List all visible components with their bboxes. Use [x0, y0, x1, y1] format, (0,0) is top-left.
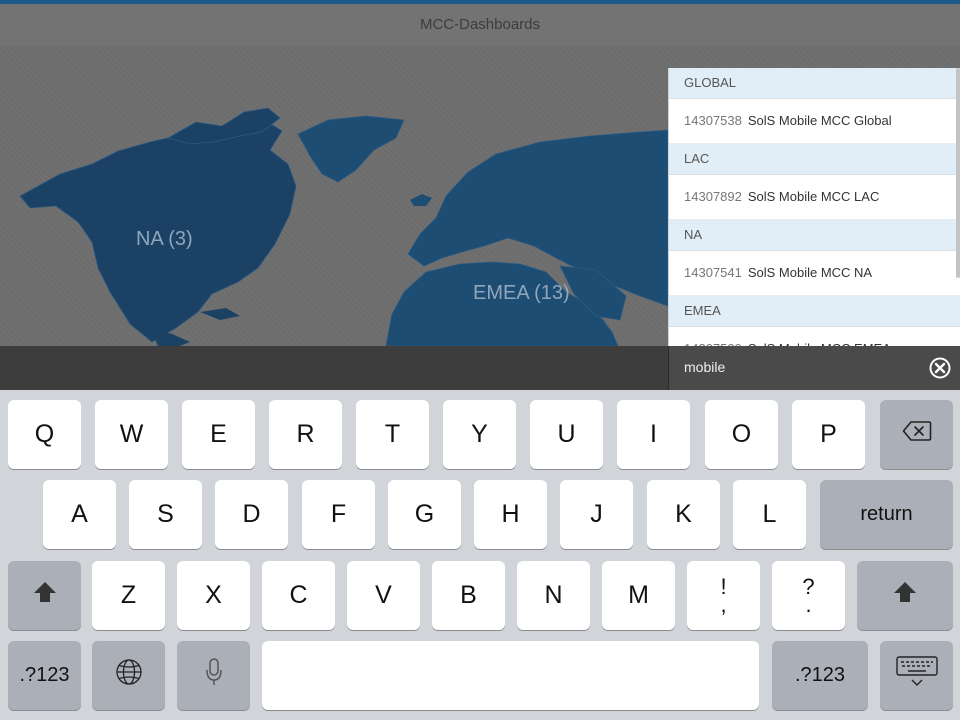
result-item-name: SolS Mobile MCC Global: [747, 113, 892, 128]
key-y[interactable]: Y: [443, 400, 516, 469]
key-h[interactable]: H: [474, 480, 547, 549]
key-punct2-bottom: .: [805, 591, 812, 617]
result-item[interactable]: 14307539SolS Mobile MCC EMEA: [669, 327, 960, 346]
globe-icon: [114, 657, 144, 694]
result-item-number: 14307541: [684, 265, 742, 280]
key-e[interactable]: E: [182, 400, 255, 469]
dictation-key[interactable]: [177, 641, 250, 710]
space-key[interactable]: [262, 641, 759, 710]
search-input[interactable]: mobile: [668, 346, 960, 390]
key-n[interactable]: N: [517, 561, 590, 630]
key-r[interactable]: R: [269, 400, 342, 469]
result-item-name: SolS Mobile MCC LAC: [747, 189, 880, 204]
result-item[interactable]: 14307541 SolS Mobile MCC NA: [669, 251, 960, 296]
app-title: MCC-Dashboards: [419, 16, 541, 33]
group-header-lac: LAC: [669, 144, 960, 175]
keyboard-dismiss-icon: [895, 656, 938, 695]
globe-key[interactable]: [92, 641, 165, 710]
key-x[interactable]: X: [177, 561, 250, 630]
region-label-na[interactable]: NA (3): [136, 228, 193, 251]
key-o[interactable]: O: [705, 400, 778, 469]
right-shift-key[interactable]: [857, 561, 953, 630]
group-header-emea: EMEA: [669, 296, 960, 327]
key-c[interactable]: C: [262, 561, 335, 630]
search-input-value: mobile: [684, 359, 726, 375]
backspace-key[interactable]: [880, 400, 953, 469]
key-b[interactable]: B: [432, 561, 505, 630]
group-header-na: NA: [669, 220, 960, 251]
key-m[interactable]: M: [602, 561, 675, 630]
map-land-iceland[interactable]: [410, 194, 432, 206]
key-p[interactable]: P: [792, 400, 865, 469]
shift-icon: [893, 581, 917, 610]
search-results-panel: GLOBAL 14307538 SolS Mobile MCC Global LAC 1…: [668, 68, 960, 346]
key-u[interactable]: U: [530, 400, 603, 469]
return-key[interactable]: return: [820, 480, 953, 549]
key-exclamation-comma[interactable]: ! ,: [687, 561, 760, 630]
key-question-period[interactable]: ? .: [772, 561, 845, 630]
numbers-key-right[interactable]: .?123: [772, 641, 868, 710]
key-s[interactable]: S: [129, 480, 202, 549]
key-l[interactable]: L: [733, 480, 806, 549]
key-d[interactable]: D: [215, 480, 288, 549]
key-k[interactable]: K: [647, 480, 720, 549]
key-w[interactable]: W: [95, 400, 168, 469]
map-land-caribbean[interactable]: [200, 308, 240, 320]
map-land-greenland[interactable]: [297, 115, 405, 183]
result-item-number: 14307892: [684, 189, 742, 204]
title-bar: MCC-Dashboards: [0, 4, 960, 47]
backspace-icon: [902, 420, 932, 449]
group-header-global: GLOBAL: [669, 68, 960, 99]
result-item[interactable]: 14307892 SolS Mobile MCC LAC: [669, 175, 960, 220]
numbers-key-left[interactable]: .?123: [8, 641, 81, 710]
microphone-icon: [205, 657, 223, 694]
key-i[interactable]: I: [617, 400, 690, 469]
key-g[interactable]: G: [388, 480, 461, 549]
result-item[interactable]: 14307538 SolS Mobile MCC Global: [669, 99, 960, 144]
shift-icon: [33, 581, 57, 610]
key-f[interactable]: F: [302, 480, 375, 549]
key-t[interactable]: T: [356, 400, 429, 469]
clear-circle-icon[interactable]: [929, 357, 951, 379]
results-scrollbar[interactable]: [956, 68, 960, 278]
key-a[interactable]: A: [43, 480, 116, 549]
key-z[interactable]: Z: [92, 561, 165, 630]
dismiss-keyboard-key[interactable]: [880, 641, 953, 710]
result-item-name: SolS Mobile MCC NA: [747, 265, 873, 280]
result-item-number: 14307538: [684, 113, 742, 128]
left-shift-key[interactable]: [8, 561, 81, 630]
key-j[interactable]: J: [560, 480, 633, 549]
key-v[interactable]: V: [347, 561, 420, 630]
key-punct1-bottom: ,: [720, 591, 727, 617]
search-bar: mobile: [0, 346, 960, 390]
on-screen-keyboard: Q W E R T Y U I O P A S D F G H J K L re…: [0, 390, 960, 720]
key-q[interactable]: Q: [8, 400, 81, 469]
region-label-emea[interactable]: EMEA (13): [473, 282, 570, 305]
